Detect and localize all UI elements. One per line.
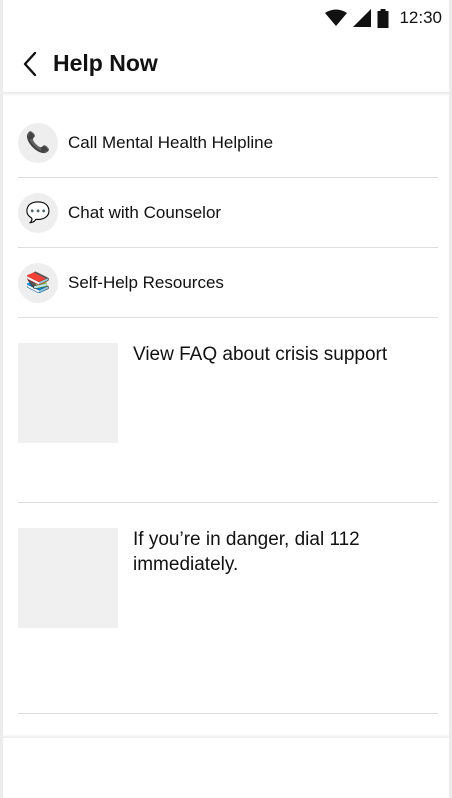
page-title: Help Now (53, 50, 158, 76)
books-icon: 📚 (18, 262, 58, 303)
back-button[interactable] (14, 48, 46, 80)
menu-item-chat-counselor[interactable]: 💬 Chat with Counselor (18, 178, 438, 248)
chat-bubble-icon: 💬 (18, 192, 58, 233)
menu-item-label: Call Mental Health Helpline (68, 132, 274, 152)
phone-icon: 📞 (18, 122, 58, 163)
help-content: 📞 Call Mental Health Helpline 💬 Chat wit… (0, 92, 452, 738)
card-text: View FAQ about crisis support (133, 344, 388, 365)
wifi-icon (325, 9, 348, 26)
app-bar: Help Now (0, 36, 452, 92)
card-text: If you’re in danger, dial 112 immediatel… (133, 529, 360, 575)
status-bar: 12:30 (0, 0, 452, 36)
menu-item-label: Chat with Counselor (68, 202, 222, 222)
battery-icon (377, 8, 389, 28)
menu-item-self-help[interactable]: 📚 Self-Help Resources (18, 248, 438, 318)
chevron-left-icon (23, 51, 37, 77)
frame-left-edge (0, 0, 3, 798)
status-icons: 12:30 (325, 8, 442, 28)
card-image-placeholder (18, 343, 118, 443)
menu-item-label: Self-Help Resources (68, 272, 224, 292)
card-image-placeholder (18, 528, 118, 628)
status-time: 12:30 (399, 8, 442, 27)
signal-icon (353, 9, 372, 27)
card-faq[interactable]: View FAQ about crisis support (18, 318, 438, 503)
bottom-bar (0, 738, 452, 798)
card-emergency[interactable]: If you’re in danger, dial 112 immediatel… (18, 503, 438, 714)
phone-screen: 12:30 Help Now 📞 Call Mental Health Help… (0, 0, 452, 798)
menu-item-call-helpline[interactable]: 📞 Call Mental Health Helpline (18, 108, 438, 178)
